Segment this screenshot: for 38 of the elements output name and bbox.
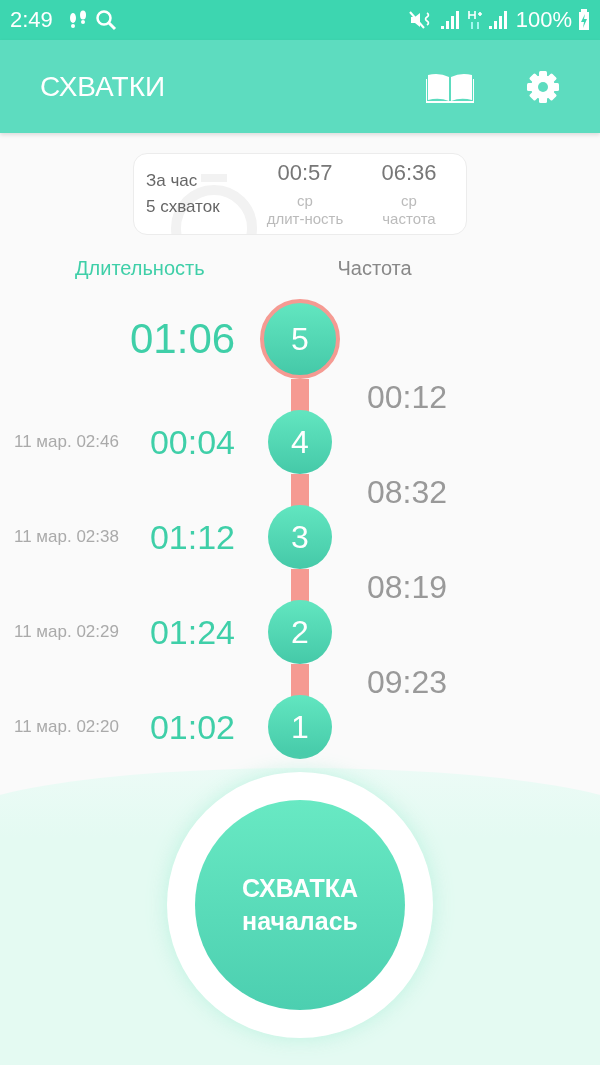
interval-value: 09:23: [366, 664, 449, 701]
interval-value: 00:12: [366, 379, 449, 416]
signal-icon: [439, 10, 462, 30]
contraction-date: 11 мар. 02:38: [14, 527, 119, 546]
contraction-number[interactable]: 5: [260, 299, 340, 379]
stat-value: 06:36: [381, 160, 437, 186]
stat-prefix: ср: [297, 192, 313, 210]
duration-value: 00:04: [148, 422, 235, 462]
contraction-number[interactable]: 1: [268, 695, 332, 759]
contraction-start-button[interactable]: СХВАТКА началась: [195, 800, 405, 1010]
stat-value: 00:57: [277, 160, 333, 186]
contraction-date: 11 мар. 02:20: [14, 717, 119, 736]
duration-value: 01:24: [148, 612, 235, 652]
contraction-count: 5 схваток: [146, 197, 221, 217]
column-header[interactable]: Длительность: [75, 257, 338, 287]
stat-label: частота: [382, 210, 436, 228]
contraction-number[interactable]: 3: [268, 505, 332, 569]
stat-prefix: ср: [401, 192, 417, 210]
search-icon: [94, 9, 117, 31]
interval-value: 08:32: [366, 474, 449, 511]
app-title: СХВАТКИ: [40, 70, 166, 103]
interval-value: 08:19: [366, 569, 449, 606]
period-label: За час: [146, 171, 199, 191]
duration-value: 01:02: [148, 707, 235, 747]
contraction-date: 11 мар. 02:46: [14, 432, 119, 451]
network-type-icon: [467, 10, 482, 30]
status-time: 2:49: [10, 7, 53, 33]
column-header[interactable]: Частота: [337, 257, 600, 287]
contraction-number[interactable]: 4: [268, 410, 332, 474]
contraction-number[interactable]: 2: [268, 600, 332, 664]
battery-percent: 100%: [515, 7, 572, 33]
duration-value: 01:12: [148, 517, 235, 557]
battery-charging-icon: [578, 9, 590, 31]
duration-value: 01:06: [130, 315, 235, 363]
signal-icon: [487, 10, 510, 30]
contraction-date: 11 мар. 02:29: [14, 622, 119, 641]
settings-icon[interactable]: [526, 69, 560, 104]
stat-label: длит-ность: [266, 210, 344, 228]
